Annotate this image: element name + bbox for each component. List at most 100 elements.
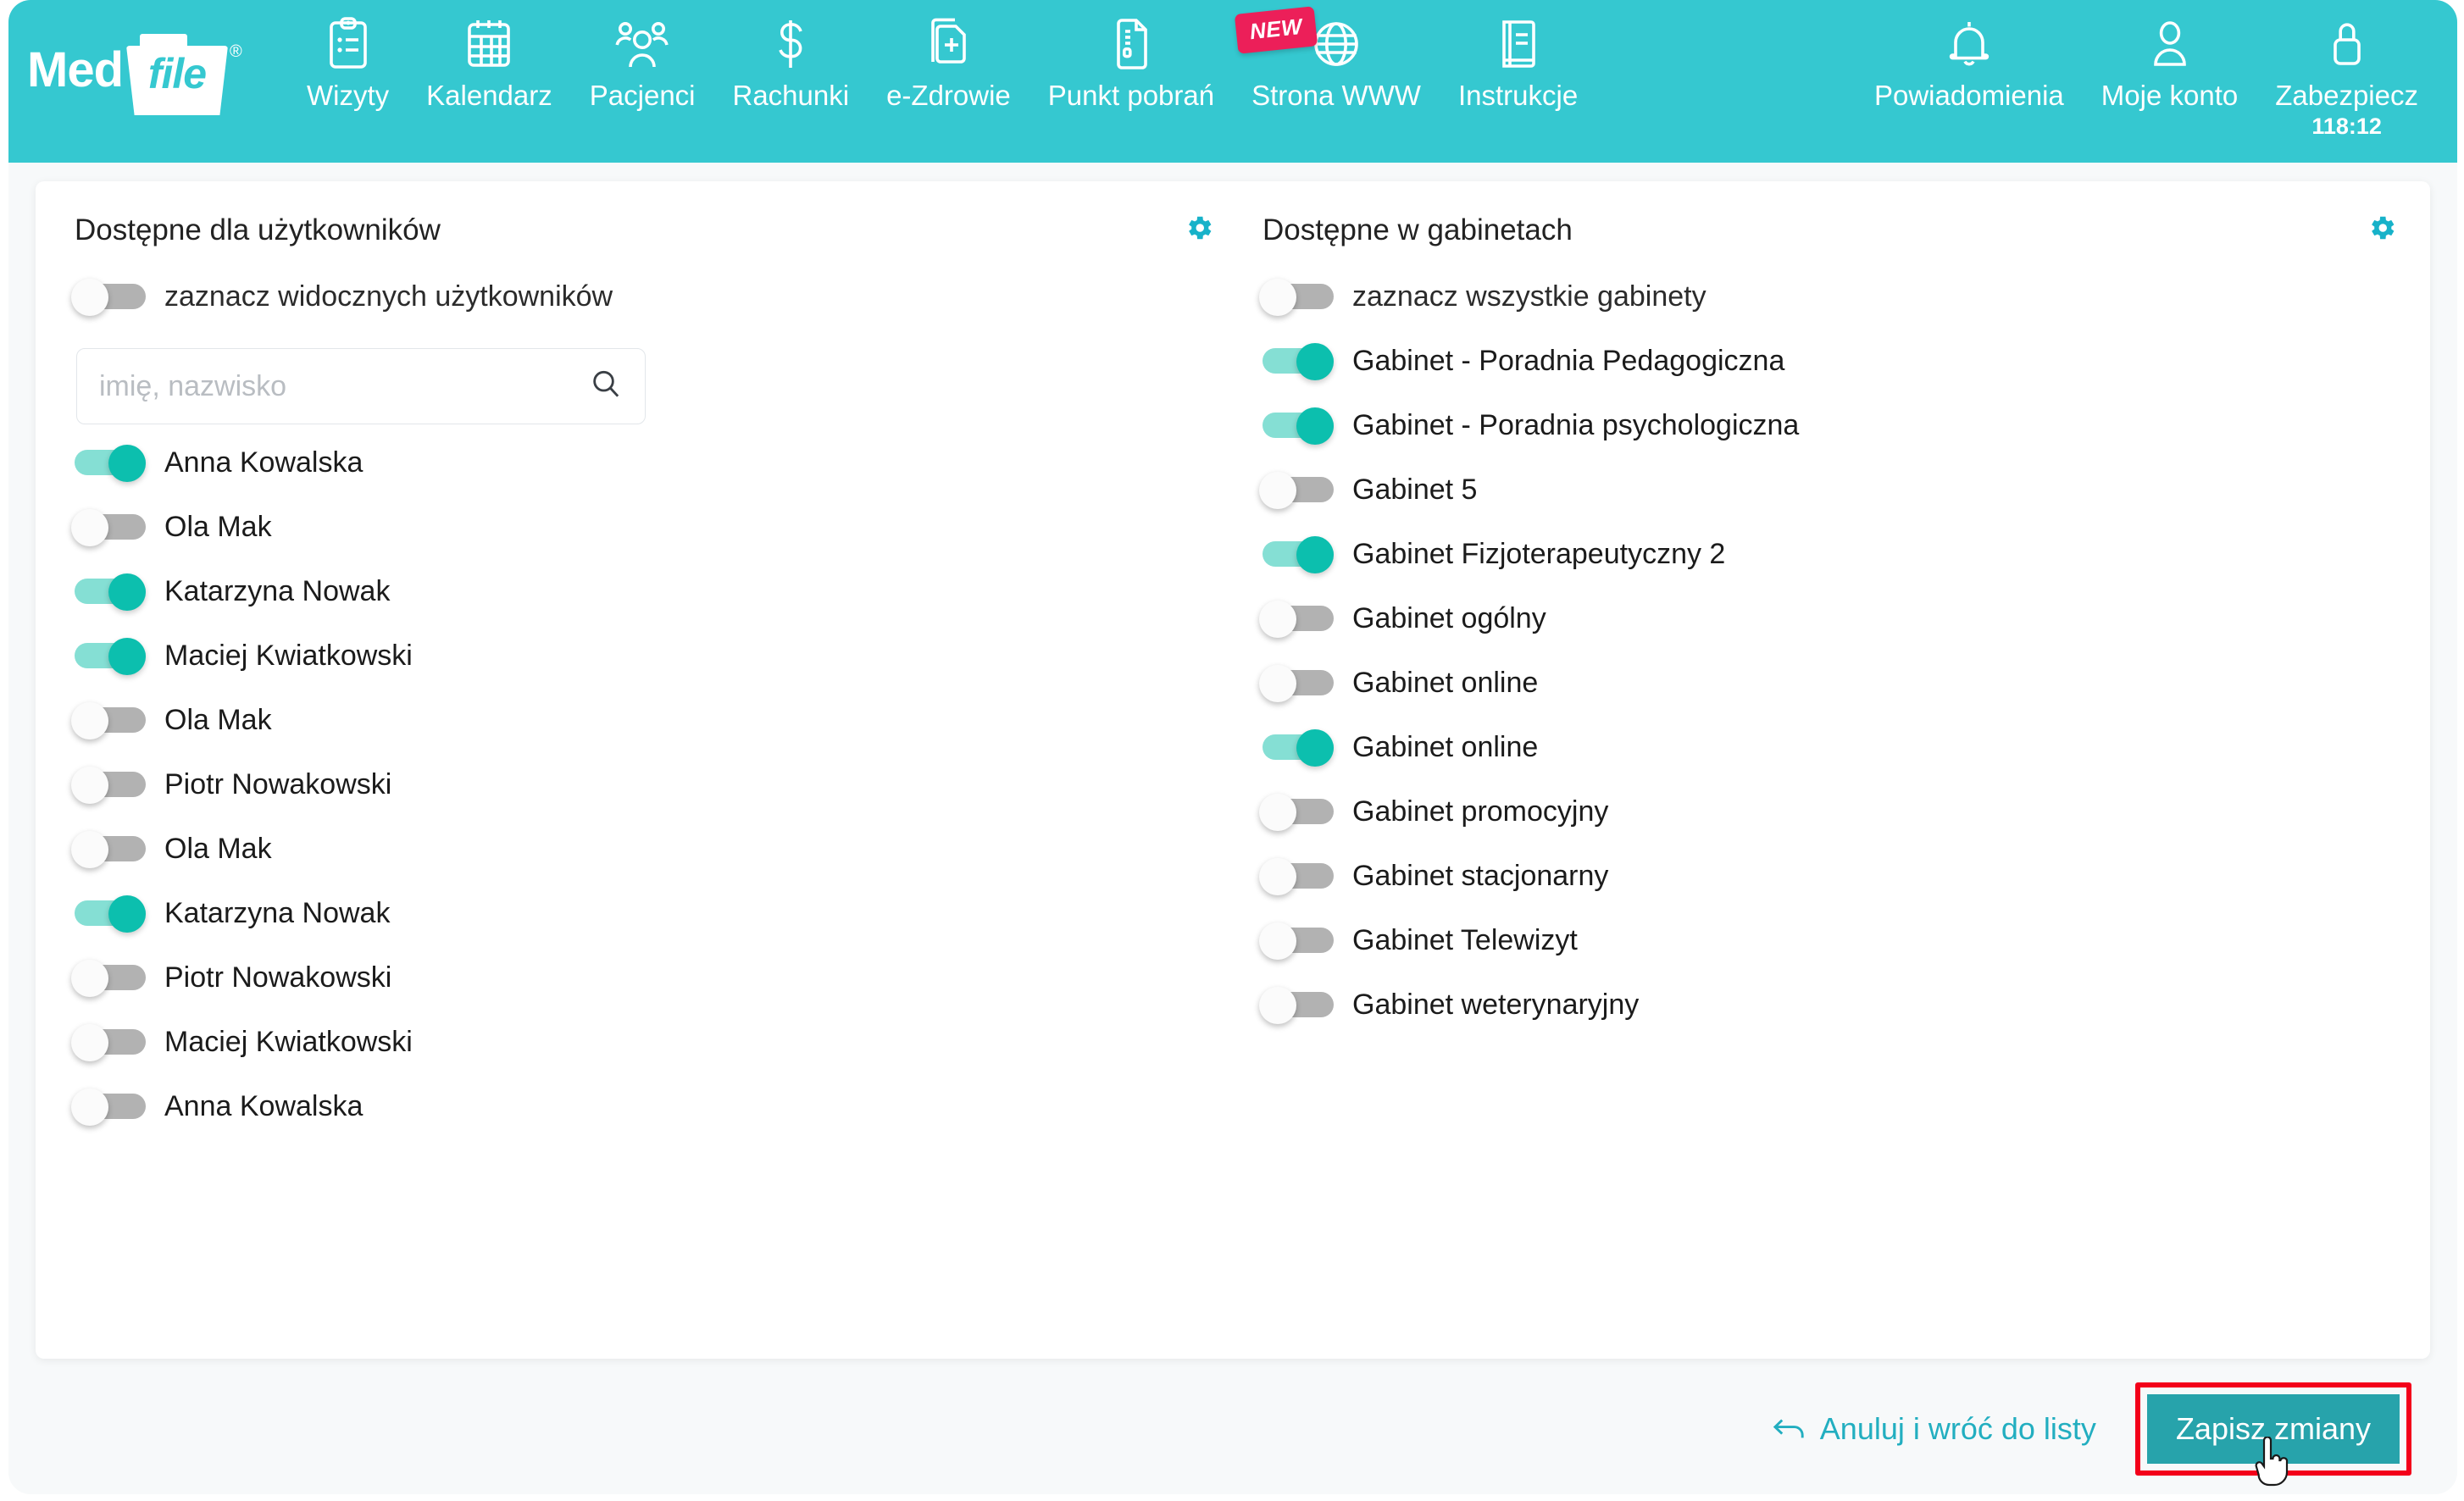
user-name-label: Ola Mak: [164, 510, 272, 543]
user-toggle[interactable]: [75, 638, 146, 675]
user-toggle[interactable]: [71, 702, 146, 739]
nav-label: Rachunki: [732, 80, 850, 111]
user-search-box[interactable]: [76, 348, 646, 424]
card-footer: Anuluj i wróć do listy Zapisz zmiany: [36, 1382, 2430, 1487]
search-input[interactable]: [77, 349, 645, 424]
user-row[interactable]: Ola Mak: [71, 501, 1222, 553]
user-row[interactable]: Anna Kowalska: [75, 436, 1222, 489]
logo-text-file: file: [147, 50, 207, 97]
office-name-label: Gabinet online: [1352, 730, 1539, 763]
office-row[interactable]: Gabinet stacjonarny: [1259, 850, 2405, 902]
office-toggle[interactable]: [1259, 472, 1334, 509]
office-row[interactable]: Gabinet online: [1263, 721, 2405, 773]
office-row[interactable]: Gabinet promocyjny: [1259, 785, 2405, 838]
back-arrow-icon: [1773, 1415, 1806, 1443]
nav-label: e-Zdrowie: [886, 80, 1011, 111]
offices-panel-header: Dostępne w gabinetach: [1263, 215, 2405, 248]
user-toggle-list: Anna Kowalska Ola Mak Katarzyna Nowak Macie…: [71, 436, 1222, 1133]
nav-label: Powiadomienia: [1873, 80, 2064, 111]
office-toggle[interactable]: [1259, 987, 1334, 1024]
user-toggle[interactable]: [71, 509, 146, 546]
office-row[interactable]: Gabinet weterynaryjny: [1259, 978, 2405, 1031]
primary-nav-items: Wizyty Kalendarz Pacjenci Rachunki e-Zdr…: [288, 6, 1596, 112]
user-row[interactable]: Ola Mak: [71, 823, 1222, 875]
lock-icon: [2326, 12, 2368, 76]
gear-icon[interactable]: [2366, 212, 2398, 248]
office-toggle[interactable]: [1259, 922, 1334, 960]
user-toggle[interactable]: [75, 895, 146, 933]
user-icon: [2148, 12, 2192, 76]
user-toggle[interactable]: [71, 1088, 146, 1126]
user-name-label: Anna Kowalska: [164, 1089, 363, 1122]
select-all-offices-toggle-row[interactable]: zaznacz wszystkie gabinety: [1259, 270, 2405, 323]
office-name-label: Gabinet weterynaryjny: [1352, 988, 1640, 1021]
user-row[interactable]: Maciej Kwiatkowski: [75, 629, 1222, 682]
bell-icon: [1945, 12, 1993, 76]
office-toggle[interactable]: [1263, 343, 1334, 380]
user-toggle[interactable]: [71, 767, 146, 804]
user-row[interactable]: Anna Kowalska: [71, 1080, 1222, 1133]
office-row[interactable]: Gabinet online: [1259, 656, 2405, 709]
user-toggle[interactable]: [75, 445, 146, 482]
user-toggle[interactable]: [71, 1024, 146, 1061]
nav-item-kalendarz[interactable]: Kalendarz: [408, 12, 571, 112]
nav-item-moje-konto[interactable]: Moje konto: [2083, 12, 2256, 112]
user-name-label: Ola Mak: [164, 703, 272, 736]
office-name-label: Gabinet promocyjny: [1352, 795, 1609, 828]
nav-item-rachunki[interactable]: Rachunki: [714, 12, 869, 112]
nav-label: Wizyty: [307, 80, 390, 111]
user-row[interactable]: Katarzyna Nowak: [75, 565, 1222, 618]
people-icon: [614, 12, 670, 76]
select-visible-users-label: zaznacz widocznych użytkowników: [164, 280, 613, 313]
office-row[interactable]: Gabinet ogólny: [1259, 592, 2405, 645]
nav-item-zabezpiecz[interactable]: Zabezpiecz 118:12: [2256, 12, 2437, 140]
nav-label: Pacjenci: [589, 80, 696, 111]
user-row[interactable]: Piotr Nowakowski: [71, 951, 1222, 1004]
nav-item-pacjenci[interactable]: Pacjenci: [571, 12, 714, 112]
select-all-offices-toggle[interactable]: [1259, 279, 1334, 316]
office-row[interactable]: Gabinet 5: [1259, 463, 2405, 516]
users-panel-header: Dostępne dla użytkowników: [75, 215, 1222, 248]
user-row[interactable]: Ola Mak: [71, 694, 1222, 746]
nav-item-powiadomienia[interactable]: Powiadomienia: [1856, 12, 2083, 112]
office-row[interactable]: Gabinet - Poradnia Pedagogiczna: [1263, 335, 2405, 387]
office-toggle[interactable]: [1263, 729, 1334, 767]
nav-item-wizyty[interactable]: Wizyty: [288, 12, 408, 112]
office-toggle[interactable]: [1259, 858, 1334, 895]
cancel-button[interactable]: Anuluj i wróć do listy: [1773, 1411, 2096, 1447]
office-row[interactable]: Gabinet Fizjoterapeutyczny 2: [1263, 528, 2405, 580]
user-row[interactable]: Maciej Kwiatkowski: [71, 1016, 1222, 1068]
office-toggle[interactable]: [1259, 794, 1334, 831]
save-button[interactable]: Zapisz zmiany: [2146, 1394, 2400, 1464]
save-button-highlight: Zapisz zmiany: [2134, 1382, 2411, 1487]
nav-item-instrukcje[interactable]: Instrukcje: [1440, 12, 1596, 112]
office-name-label: Gabinet - Poradnia Pedagogiczna: [1352, 344, 1785, 377]
office-toggle[interactable]: [1259, 665, 1334, 702]
user-row[interactable]: Katarzyna Nowak: [75, 887, 1222, 939]
book-icon: [1496, 12, 1541, 76]
user-toggle[interactable]: [75, 573, 146, 611]
user-name-label: Maciej Kwiatkowski: [164, 639, 413, 672]
select-visible-users-toggle-row[interactable]: zaznacz widocznych użytkowników: [71, 270, 1222, 323]
user-name-label: Maciej Kwiatkowski: [164, 1025, 413, 1058]
office-row[interactable]: Gabinet Telewizyt: [1259, 914, 2405, 967]
user-row[interactable]: Piotr Nowakowski: [71, 758, 1222, 811]
search-icon[interactable]: [589, 368, 623, 406]
nav-label: Zabezpiecz: [2275, 80, 2418, 111]
medfile-logo[interactable]: Med file ®: [27, 34, 242, 115]
secondary-nav-items: Powiadomienia Moje konto Zabezpiecz 118:…: [1856, 12, 2437, 140]
nav-item-ezdrowie[interactable]: e-Zdrowie: [868, 12, 1029, 112]
nav-item-punkt-pobran[interactable]: Punkt pobrań: [1029, 12, 1233, 112]
gear-icon[interactable]: [1183, 212, 1215, 248]
select-visible-users-toggle[interactable]: [71, 279, 146, 316]
nav-label: Instrukcje: [1457, 80, 1579, 111]
user-toggle[interactable]: [71, 831, 146, 868]
office-toggle[interactable]: [1263, 536, 1334, 573]
user-toggle[interactable]: [71, 960, 146, 997]
cancel-button-label: Anuluj i wróć do listy: [1819, 1411, 2096, 1446]
office-row[interactable]: Gabinet - Poradnia psychologiczna: [1263, 399, 2405, 451]
select-all-offices-label: zaznacz wszystkie gabinety: [1352, 280, 1706, 313]
nav-item-strona-www[interactable]: NEW Strona WWW: [1233, 6, 1440, 112]
office-toggle[interactable]: [1259, 601, 1334, 638]
office-toggle[interactable]: [1263, 407, 1334, 445]
